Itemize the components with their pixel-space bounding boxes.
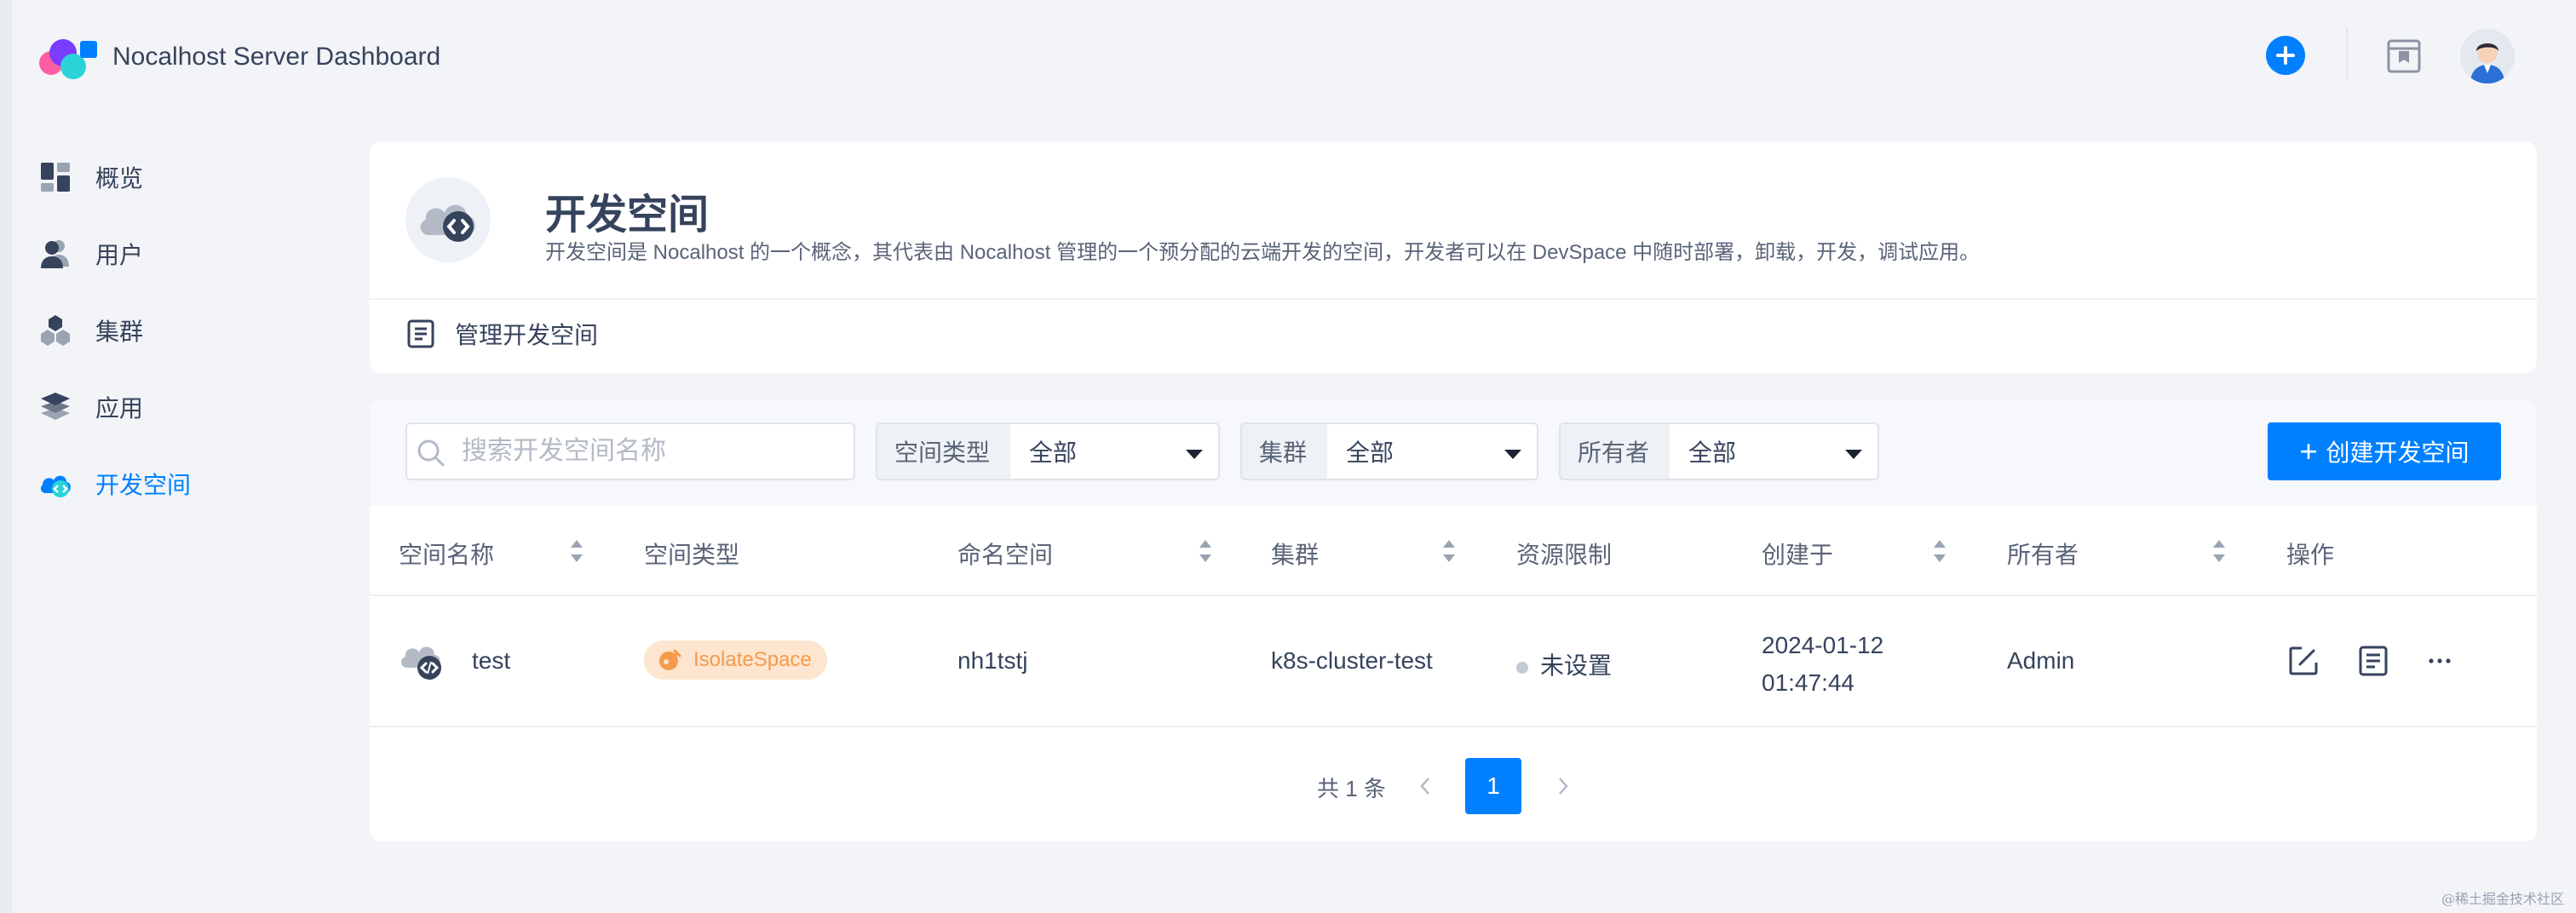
- page-description: 开发空间是 Nocalhost 的一个概念，其代表由 Nocalhost 管理的…: [545, 241, 1981, 264]
- sidebar-item-users[interactable]: 用户: [37, 230, 143, 278]
- select-label: 集群: [1242, 424, 1327, 479]
- column-header-resource-limit: 资源限制: [1516, 542, 1613, 568]
- create-button-label: 创建开发空间: [2326, 439, 2470, 466]
- sidebar-item-overview[interactable]: 概览: [37, 153, 143, 201]
- cell-resource-limit: 未设置: [1516, 647, 1612, 681]
- search-input[interactable]: [462, 434, 837, 468]
- select-value: 全部: [1029, 439, 1078, 466]
- search-icon: [417, 439, 445, 467]
- sort-icon[interactable]: [571, 540, 583, 562]
- caret-down-icon: [1845, 450, 1862, 459]
- sort-icon[interactable]: [1199, 540, 1211, 562]
- sidebar-item-label: 概览: [95, 165, 144, 192]
- sidebar-item-devspace[interactable]: 开发空间: [37, 460, 191, 508]
- space-type-select[interactable]: 空间类型 全部: [876, 422, 1220, 480]
- cell-cluster: k8s-cluster-test: [1271, 647, 1433, 674]
- plus-icon: +: [2299, 434, 2318, 468]
- app-title: Nocalhost Server Dashboard: [112, 43, 441, 71]
- manage-link-label: 管理开发空间: [455, 322, 599, 348]
- column-header-name: 空间名称: [399, 542, 495, 568]
- cell-name[interactable]: test: [472, 647, 510, 675]
- filter-bar: 空间类型 全部 集群 全部 所有者 全部 + 创建开发空间: [370, 400, 2537, 506]
- isolate-space-icon: [659, 649, 681, 670]
- pagination-page-current[interactable]: 1: [1465, 758, 1521, 814]
- cell-created: 2024-01-12 01:47:44: [1762, 627, 1883, 702]
- column-header-actions: 操作: [2286, 542, 2335, 568]
- cloud-code-icon: [405, 177, 491, 262]
- more-icon[interactable]: [2423, 644, 2457, 678]
- sidebar-item-clusters[interactable]: 集群: [37, 307, 143, 354]
- sidebar-item-label: 应用: [95, 395, 144, 422]
- sort-icon[interactable]: [2213, 540, 2225, 562]
- select-value: 全部: [1346, 439, 1394, 466]
- select-value: 全部: [1688, 439, 1737, 466]
- create-devspace-button[interactable]: + 创建开发空间: [2268, 422, 2501, 480]
- column-header-created: 创建于: [1762, 542, 1834, 568]
- cloud-code-icon: [40, 475, 71, 497]
- created-time: 01:47:44: [1762, 669, 1854, 696]
- sidebar-item-label: 用户: [95, 242, 144, 268]
- header-divider: [2346, 27, 2348, 82]
- sidebar-item-label: 集群: [95, 319, 144, 345]
- cluster-select[interactable]: 集群 全部: [1240, 422, 1538, 480]
- column-header-owner: 所有者: [2007, 542, 2079, 568]
- sidebar-item-label: 开发空间: [95, 472, 192, 498]
- devspace-table-card: 空间类型 全部 集群 全部 所有者 全部 + 创建开发空间 空间名称 空间类型 …: [370, 400, 2537, 841]
- table-row: test IsolateSpace nh1tstj k8s-cluster-te…: [370, 598, 2537, 727]
- sidebar-item-apps[interactable]: 应用: [37, 383, 143, 431]
- devspace-icon: [397, 635, 448, 686]
- cell-owner: Admin: [2007, 647, 2075, 674]
- manage-devspace-link[interactable]: 管理开发空间: [405, 317, 598, 351]
- cell-namespace: nh1tstj: [957, 647, 1028, 674]
- status-dot: [1516, 661, 1528, 674]
- list-doc-icon: [407, 319, 434, 348]
- column-header-space-type: 空间类型: [644, 542, 740, 568]
- caret-down-icon: [1186, 450, 1203, 459]
- column-header-cluster: 集群: [1271, 542, 1320, 568]
- edit-icon[interactable]: [2286, 644, 2320, 678]
- chevron-left-icon[interactable]: [1412, 773, 1438, 799]
- nocalhost-logo[interactable]: [34, 34, 102, 82]
- window-left-edge: [0, 0, 12, 913]
- select-label: 所有者: [1561, 424, 1670, 479]
- chevron-right-icon[interactable]: [1550, 773, 1576, 799]
- users-icon: [41, 240, 69, 268]
- select-label: 空间类型: [877, 424, 1010, 479]
- page-header-card: 开发空间 开发空间是 Nocalhost 的一个概念，其代表由 Nocalhos…: [370, 141, 2537, 373]
- caret-down-icon: [1504, 450, 1521, 459]
- sort-icon[interactable]: [1934, 540, 1946, 562]
- plus-circle-icon[interactable]: [2266, 36, 2305, 75]
- layers-icon: [41, 393, 70, 420]
- details-doc-icon[interactable]: [2356, 644, 2390, 678]
- pagination-total: 共 1 条: [1317, 776, 1386, 801]
- table-header: 空间名称 空间类型 命名空间 集群 资源限制 创建于 所有者 操作: [370, 506, 2537, 596]
- search-field[interactable]: [405, 422, 855, 480]
- watermark: @稀土掘金技术社区: [2441, 891, 2564, 907]
- resource-limit-text: 未设置: [1540, 652, 1613, 679]
- dashboard-icon: [41, 163, 70, 192]
- divider: [370, 298, 2537, 300]
- owner-select[interactable]: 所有者 全部: [1559, 422, 1879, 480]
- bookmark-doc-icon[interactable]: [2385, 37, 2423, 75]
- cluster-icon: [41, 315, 70, 346]
- badge-label: IsolateSpace: [693, 648, 812, 671]
- sort-icon[interactable]: [1443, 540, 1455, 562]
- status-badge: IsolateSpace: [644, 640, 827, 680]
- column-header-namespace: 命名空间: [957, 542, 1054, 568]
- user-avatar[interactable]: [2460, 29, 2515, 83]
- page-title: 开发空间: [545, 192, 710, 238]
- created-date: 2024-01-12: [1762, 632, 1884, 658]
